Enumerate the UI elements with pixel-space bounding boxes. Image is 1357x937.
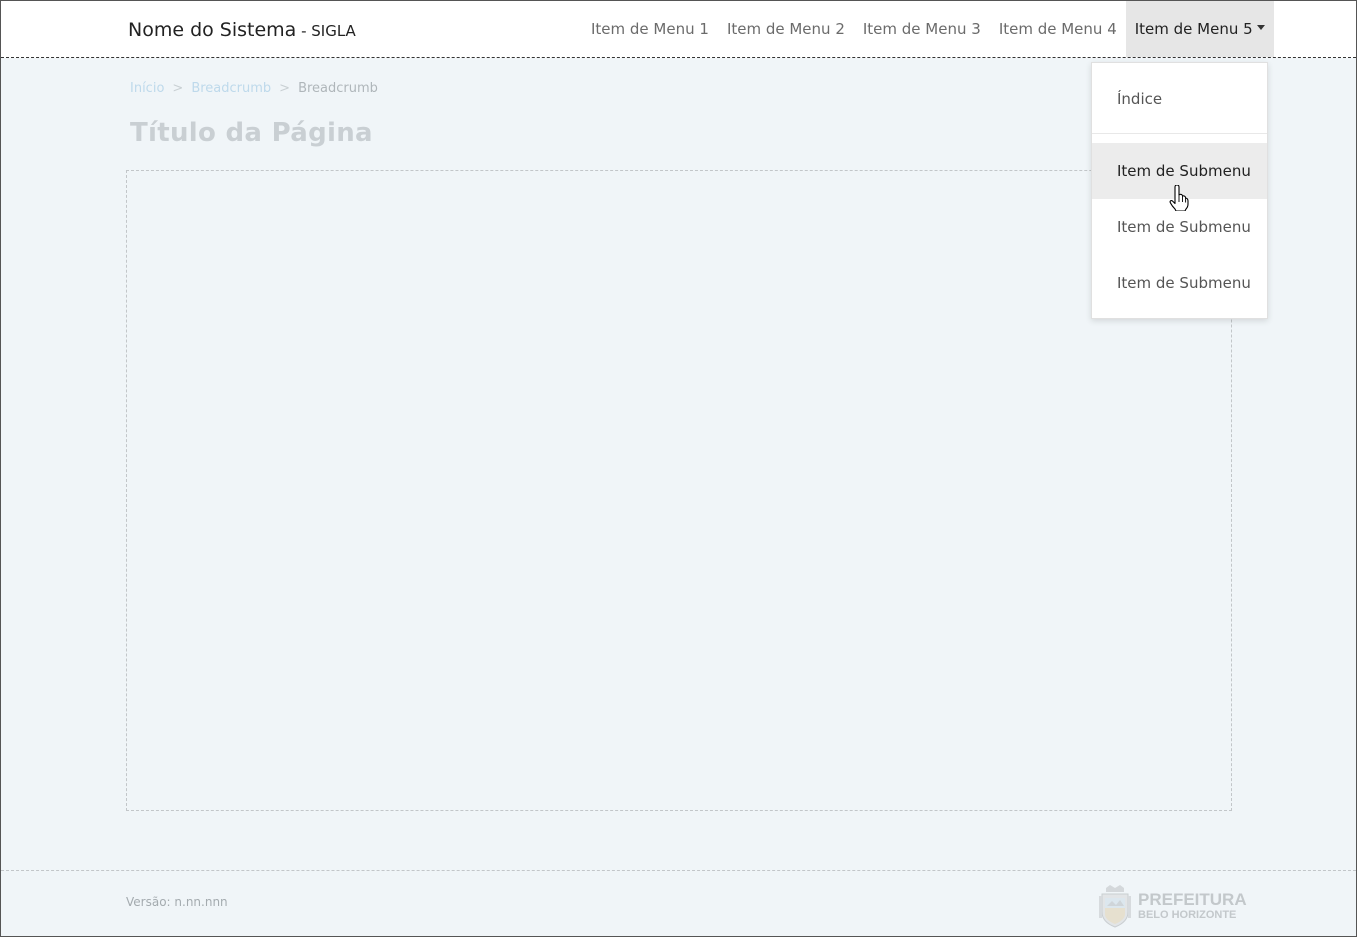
menu-item-3[interactable]: Item de Menu 3 bbox=[854, 1, 990, 57]
logo-text: PREFEITURA BELO HORIZONTE bbox=[1138, 891, 1247, 921]
menu-item-2[interactable]: Item de Menu 2 bbox=[718, 1, 854, 57]
coat-of-arms-icon bbox=[1099, 885, 1131, 928]
breadcrumb-current: Breadcrumb bbox=[298, 81, 378, 96]
content-area bbox=[126, 170, 1232, 811]
breadcrumb: Início > Breadcrumb > Breadcrumb bbox=[130, 81, 378, 96]
system-brand[interactable]: Nome do Sistema - SIGLA bbox=[128, 19, 356, 41]
top-navbar: Nome do Sistema - SIGLA Item de Menu 1 I… bbox=[1, 1, 1356, 58]
main-menu: Item de Menu 1 Item de Menu 2 Item de Me… bbox=[582, 1, 1274, 57]
page-title: Título da Página bbox=[130, 118, 373, 148]
menu-item-label: Item de Menu 1 bbox=[591, 20, 709, 38]
menu-item-1[interactable]: Item de Menu 1 bbox=[582, 1, 718, 57]
menu-item-label: Item de Menu 5 bbox=[1134, 20, 1253, 38]
breadcrumb-home-link[interactable]: Início bbox=[130, 81, 164, 96]
prefeitura-logo: PREFEITURA BELO HORIZONTE bbox=[1098, 884, 1247, 928]
menu-item-label: Item de Menu 4 bbox=[998, 20, 1117, 38]
logo-line-1: PREFEITURA bbox=[1138, 890, 1247, 909]
dropdown-divider bbox=[1092, 133, 1267, 134]
menu-item-label: Item de Menu 2 bbox=[726, 20, 845, 38]
submenu-item-indice[interactable]: Índice bbox=[1092, 71, 1267, 127]
submenu-item-3[interactable]: Item de Submenu bbox=[1092, 255, 1267, 311]
logo-line-2: BELO HORIZONTE bbox=[1138, 909, 1237, 921]
system-name: Nome do Sistema bbox=[128, 19, 297, 41]
breadcrumb-separator: > bbox=[279, 81, 291, 96]
system-sigla: - SIGLA bbox=[296, 22, 356, 40]
submenu-item-label: Item de Submenu bbox=[1117, 162, 1251, 180]
caret-down-icon bbox=[1256, 25, 1265, 30]
footer: Versão: n.nn.nnn PREFEITURA BELO HORIZON… bbox=[1, 870, 1356, 936]
version-text: Versão: n.nn.nnn bbox=[126, 895, 228, 909]
submenu-item-label: Item de Submenu bbox=[1117, 274, 1251, 292]
submenu-item-label: Item de Submenu bbox=[1117, 218, 1251, 236]
menu-item-5-dropdown-toggle[interactable]: Item de Menu 5 bbox=[1125, 1, 1274, 57]
breadcrumb-separator: > bbox=[172, 81, 184, 96]
menu-item-4[interactable]: Item de Menu 4 bbox=[990, 1, 1126, 57]
menu-item-label: Item de Menu 3 bbox=[862, 20, 981, 38]
breadcrumb-link[interactable]: Breadcrumb bbox=[191, 81, 271, 96]
submenu-item-label: Índice bbox=[1117, 90, 1163, 108]
hand-pointer-icon bbox=[1169, 185, 1189, 211]
